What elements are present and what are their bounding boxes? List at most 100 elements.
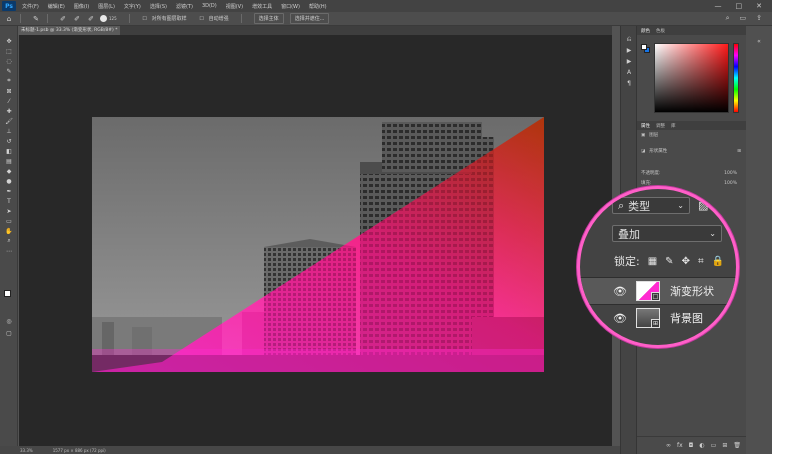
eyedropper-tool-icon[interactable]: ⁄ [0,96,18,106]
blur-tool-icon[interactable]: ◆ [0,166,18,176]
photoshop-logo-icon[interactable]: Ps [2,1,16,11]
visibility-eye-icon[interactable]: 👁 [610,312,630,325]
add-mask-icon[interactable]: ◘ [689,442,694,449]
close-button[interactable]: ✕ [756,2,762,10]
lasso-tool-icon[interactable]: ◌ [0,56,18,66]
type-tool-icon[interactable]: T [0,196,18,206]
image-filter-icon[interactable]: ▨ [698,199,708,212]
visibility-eye-icon[interactable]: 👁 [610,285,630,298]
adjustment-layer-icon[interactable]: ◐ [699,442,704,449]
search-icon[interactable]: ⌕ [726,14,730,23]
menu-edit[interactable]: 编辑(E) [48,3,65,10]
pen-tool-icon[interactable]: ✒ [0,186,18,196]
layer-name[interactable]: 渐变形状 [670,283,714,299]
tab-swatches[interactable]: 色板 [656,28,665,34]
foreground-color-swatch[interactable] [4,290,11,297]
menu-plugins[interactable]: 增效工具 [252,3,272,10]
brush-size[interactable]: 125 [109,16,117,21]
lock-pixels-icon[interactable]: ✎ [665,256,673,267]
home-icon[interactable]: ⌂ [4,14,14,24]
new-layer-icon[interactable]: ⊞ [722,442,727,449]
document-info[interactable]: 1577 px × 886 px (72 ppi) [53,448,106,453]
layer-filter-select[interactable]: ⌕ 类型 ⌄ [612,197,690,214]
hand-tool-icon[interactable]: ✋ [0,226,18,236]
quick-select-tool-icon[interactable]: ✎ [0,66,18,76]
document-tab[interactable]: 未标题-1.psb @ 33.3% (渐变形状, RGB/8#) * [18,26,120,35]
color-field[interactable] [654,43,729,113]
sample-all-layers-label[interactable]: 对所有图层取样 [152,15,187,22]
menu-type[interactable]: 文字(Y) [124,3,141,10]
fx-icon[interactable]: fx [677,442,683,449]
play-icon[interactable]: ▶ [621,56,637,67]
menu-file[interactable]: 文件(F) [22,3,39,10]
quick-mask-icon[interactable]: ◎ [0,316,18,326]
more-tools-icon[interactable]: ⋯ [0,246,18,256]
transform-icon[interactable]: ⊞ [737,149,741,154]
paragraph-icon[interactable]: ¶ [621,78,637,89]
menu-3d[interactable]: 3D(D) [202,3,217,10]
maximize-button[interactable]: □ [736,2,743,10]
select-and-mask-button[interactable]: 选择并遮住... [289,13,330,24]
tab-libraries[interactable]: 库 [671,123,676,129]
quick-selection-tool-icon[interactable]: ✎ [31,14,41,24]
add-selection-icon[interactable]: ✐ [72,14,82,24]
move-tool-icon[interactable]: ✥ [0,36,18,46]
collapse-panels-icon[interactable]: « [746,38,772,45]
layer-name[interactable]: 背景图 [670,310,703,326]
select-subject-button[interactable]: 选择主体 [253,13,284,24]
new-selection-icon[interactable]: ✐ [58,14,68,24]
lock-transparency-icon[interactable]: ▦ [648,256,657,267]
character-icon[interactable]: A [621,67,637,78]
history-brush-tool-icon[interactable]: ↺ [0,136,18,146]
menu-window[interactable]: 窗口(W) [281,3,300,10]
opacity-value[interactable]: 100% [724,171,737,176]
checkbox-icon[interactable]: ☐ [197,14,207,24]
crop-tool-icon[interactable]: ⌗ [0,76,18,86]
clone-stamp-tool-icon[interactable]: ⊥ [0,126,18,136]
group-icon[interactable]: ▭ [711,442,717,449]
trash-icon[interactable]: 🗑 [733,442,741,449]
marquee-tool-icon[interactable]: ⬚ [0,46,18,56]
layer-row-gradient-shape[interactable]: 👁 □ 渐变形状 [580,278,736,304]
link-layers-icon[interactable]: ∞ [666,442,671,449]
canvas-image[interactable] [92,117,544,372]
path-selection-tool-icon[interactable]: ➤ [0,206,18,216]
minimize-button[interactable]: — [715,2,722,10]
subtract-selection-icon[interactable]: ✐ [86,14,96,24]
menu-select[interactable]: 选择(S) [150,3,167,10]
brush-tool-icon[interactable]: 🖌 [0,116,18,126]
checkbox-icon[interactable]: ☐ [140,14,150,24]
healing-brush-tool-icon[interactable]: ✚ [0,106,18,116]
dodge-tool-icon[interactable]: ● [0,176,18,186]
foreground-color-swatch[interactable] [641,44,647,50]
menu-view[interactable]: 视图(V) [226,3,243,10]
share-icon[interactable]: ⇪ [756,14,762,23]
menu-help[interactable]: 帮助(H) [309,3,327,10]
auto-enhance-label[interactable]: 自动增强 [209,15,229,22]
lock-all-icon[interactable]: 🔒 [712,256,724,267]
menu-image[interactable]: 图像(I) [74,3,89,10]
blend-mode-select[interactable]: 叠加 ⌄ [612,225,722,242]
zoom-level[interactable]: 33.3% [20,448,33,453]
tools-collapse[interactable] [0,26,17,36]
play-icon[interactable]: ▶ [621,45,637,56]
lock-position-icon[interactable]: ✥ [682,256,690,267]
tab-properties[interactable]: 属性 [641,123,650,129]
brush-preview-icon[interactable] [100,15,107,22]
history-icon[interactable]: ⎌ [621,34,637,45]
frame-tool-icon[interactable]: ⊠ [0,86,18,96]
hue-slider[interactable] [733,43,739,113]
zoom-tool-icon[interactable]: ⌕ [0,236,18,246]
rectangle-tool-icon[interactable]: ▭ [0,216,18,226]
layer-row-background[interactable]: 👁 ⊞ 背景图 [580,305,736,331]
menu-filter[interactable]: 滤镜(T) [176,3,193,10]
fill-value[interactable]: 100% [724,181,737,186]
tab-adjustments[interactable]: 调整 [656,123,665,129]
lock-artboard-icon[interactable]: ⌗ [698,256,704,267]
screen-mode-icon[interactable]: ▢ [0,328,18,338]
workspace-icon[interactable]: ▭ [740,14,747,23]
tab-color[interactable]: 颜色 [641,28,650,34]
menu-layer[interactable]: 图层(L) [98,3,115,10]
eraser-tool-icon[interactable]: ◧ [0,146,18,156]
gradient-tool-icon[interactable]: ▤ [0,156,18,166]
